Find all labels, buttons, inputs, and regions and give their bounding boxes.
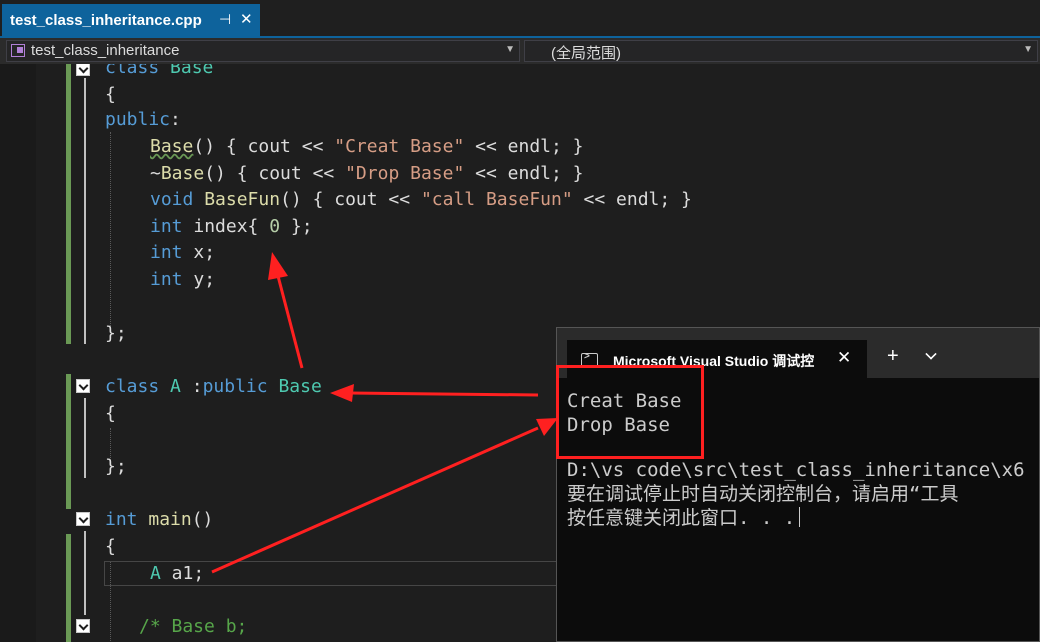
class-icon (11, 44, 25, 57)
code-line[interactable]: A a1; (150, 560, 204, 587)
code-line[interactable]: }; (105, 320, 127, 347)
code-line[interactable]: ~Base() { cout << "Drop Base" << endl; } (150, 160, 584, 187)
scope-dropdown-value: (全局范围) (551, 45, 621, 62)
glyph-margin (0, 64, 36, 642)
console-hint-line: 要在调试停止时自动关闭控制台，请启用“工具 (567, 483, 959, 505)
document-tab-bar: test_class_inheritance.cpp ⊣ ✕ (0, 0, 1040, 38)
code-line[interactable]: int main() (105, 506, 213, 533)
code-line[interactable]: { (105, 81, 116, 108)
code-line[interactable]: /* Base b; (139, 613, 247, 640)
fold-toggle-icon[interactable] (76, 64, 90, 76)
change-indicator (66, 534, 71, 642)
dropdown-icon[interactable]: ▼ (1023, 44, 1033, 55)
close-icon[interactable]: ✕ (240, 10, 253, 28)
console-path-line: D:\vs code\src\test_class_inheritance\x6 (567, 459, 1025, 481)
class-dropdown[interactable]: test_class_inheritance ▼ (6, 40, 520, 62)
text-cursor (799, 507, 801, 527)
pin-icon[interactable]: ⊣ (219, 11, 231, 28)
fold-toggle-icon[interactable] (76, 619, 90, 633)
chevron-down-icon[interactable] (925, 348, 937, 360)
scope-line (84, 398, 86, 478)
code-line[interactable]: }; (105, 453, 127, 480)
scope-line (84, 78, 86, 344)
console-press-key-line: 按任意键关闭此窗口. . . (567, 506, 801, 530)
scope-dropdown[interactable]: (全局范围) ▼ (524, 40, 1038, 62)
code-line[interactable]: int y; (150, 266, 215, 293)
code-line[interactable]: class A :public Base (105, 373, 322, 400)
code-line[interactable]: int x; (150, 239, 215, 266)
close-icon[interactable]: ✕ (837, 348, 851, 368)
code-line[interactable]: { (105, 533, 116, 560)
dropdown-icon[interactable]: ▼ (505, 44, 515, 55)
tab-test-class-inheritance[interactable]: test_class_inheritance.cpp ⊣ ✕ (2, 4, 260, 38)
class-dropdown-value: test_class_inheritance (31, 42, 180, 59)
change-indicator (66, 374, 71, 509)
plus-icon[interactable]: + (887, 345, 899, 368)
tab-title: test_class_inheritance.cpp (10, 12, 202, 29)
scope-line (84, 531, 86, 615)
code-line[interactable]: Base() { cout << "Creat Base" << endl; } (150, 133, 584, 160)
code-line[interactable]: class Base (105, 64, 213, 81)
code-line[interactable]: int index{ 0 }; (150, 213, 313, 240)
fold-toggle-icon[interactable] (76, 379, 90, 393)
change-indicator (66, 64, 71, 344)
indent-guide (110, 132, 111, 332)
annotation-box (556, 365, 704, 459)
code-line[interactable]: { (105, 400, 116, 427)
fold-toggle-icon[interactable] (76, 512, 90, 526)
code-line[interactable]: public: (105, 106, 181, 133)
navigation-bar: test_class_inheritance ▼ (全局范围) ▼ (0, 38, 1040, 64)
code-line[interactable]: void BaseFun() { cout << "call BaseFun" … (150, 186, 692, 213)
